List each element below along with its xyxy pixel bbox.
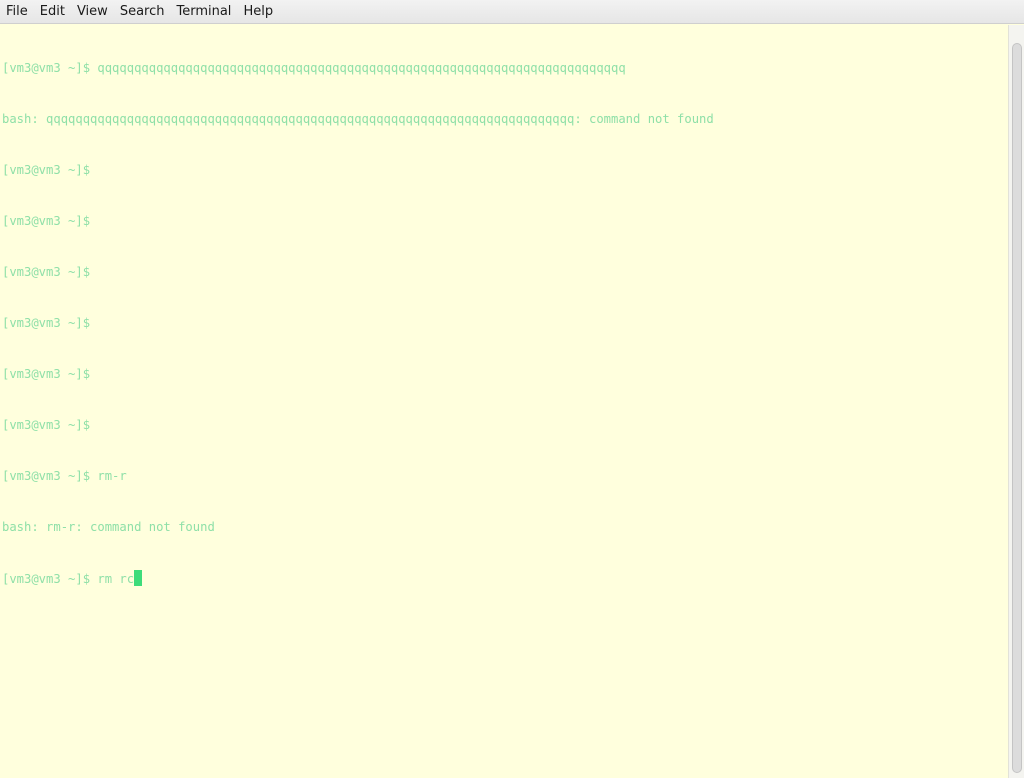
terminal-line: [vm3@vm3 ~]$ <box>2 265 91 279</box>
menu-search[interactable]: Search <box>114 0 171 24</box>
vertical-scrollbar[interactable] <box>1008 25 1024 778</box>
menu-terminal[interactable]: Terminal <box>170 0 237 24</box>
terminal-current-line[interactable]: [vm3@vm3 ~]$ rm rc <box>2 570 1008 587</box>
terminal-line: bash: rm-r: command not found <box>2 520 215 534</box>
terminal-output[interactable]: [vm3@vm3 ~]$ qqqqqqqqqqqqqqqqqqqqqqqqqqq… <box>0 25 1008 778</box>
terminal-line: [vm3@vm3 ~]$ <box>2 418 91 432</box>
terminal-line: [vm3@vm3 ~]$ rm-r <box>2 469 127 483</box>
terminal-lines: [vm3@vm3 ~]$ qqqqqqqqqqqqqqqqqqqqqqqqqqq… <box>0 25 1008 621</box>
terminal-current-input: [vm3@vm3 ~]$ rm rc <box>2 572 135 586</box>
terminal-line: [vm3@vm3 ~]$ <box>2 163 91 177</box>
terminal-line: [vm3@vm3 ~]$ <box>2 367 91 381</box>
menu-view[interactable]: View <box>71 0 114 24</box>
menu-bar: File Edit View Search Terminal Help <box>0 0 1024 24</box>
text-cursor <box>134 570 143 586</box>
terminal-line: [vm3@vm3 ~]$ <box>2 214 91 228</box>
scrollbar-thumb[interactable] <box>1012 43 1022 773</box>
terminal-line: [vm3@vm3 ~]$ <box>2 316 91 330</box>
menu-help[interactable]: Help <box>237 0 279 24</box>
terminal-line: bash: qqqqqqqqqqqqqqqqqqqqqqqqqqqqqqqqqq… <box>2 112 714 126</box>
terminal-line: [vm3@vm3 ~]$ qqqqqqqqqqqqqqqqqqqqqqqqqqq… <box>2 61 626 75</box>
menu-edit[interactable]: Edit <box>34 0 71 24</box>
menu-file[interactable]: File <box>0 0 34 24</box>
